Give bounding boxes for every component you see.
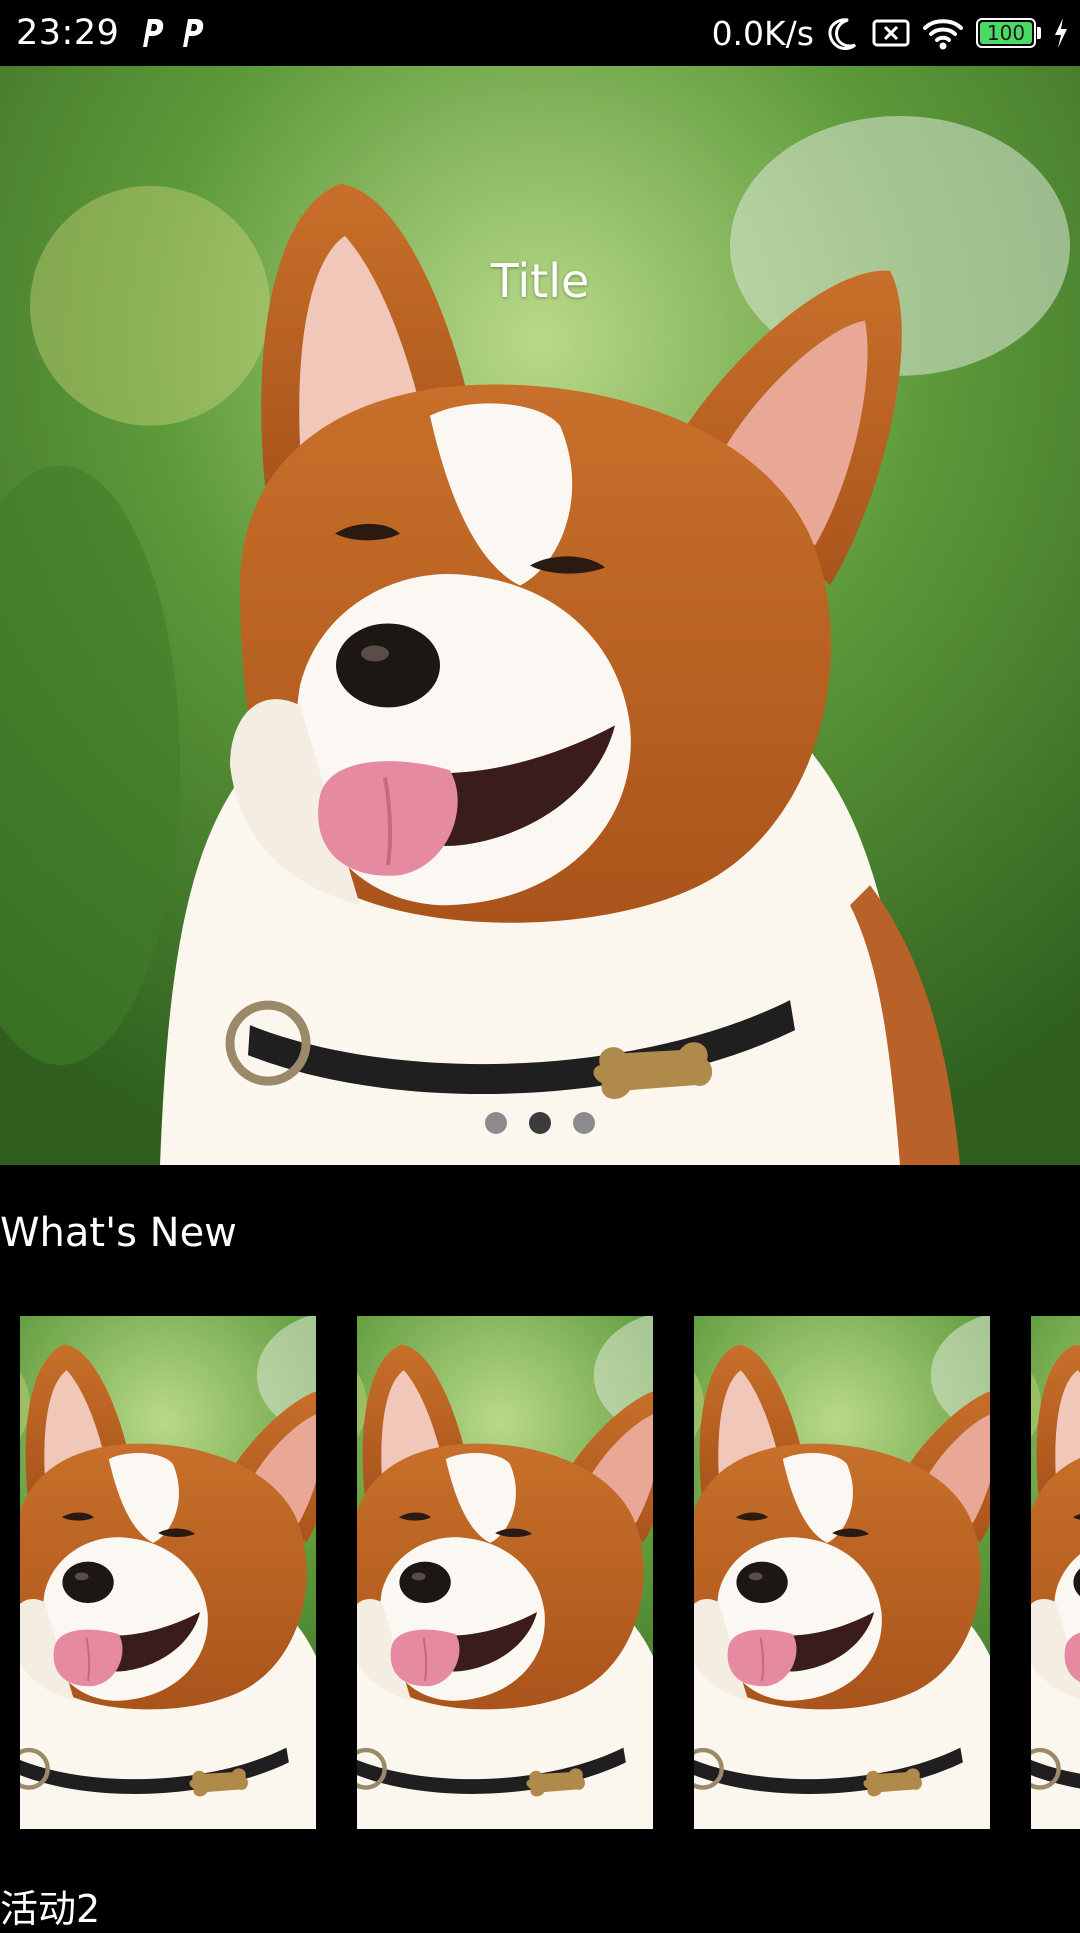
- section-title: What's New: [0, 1210, 237, 1256]
- card-image: [694, 1316, 990, 1829]
- hero-title: Title: [490, 254, 590, 308]
- news-card[interactable]: [1031, 1316, 1080, 1829]
- battery-icon: 100: [976, 18, 1041, 48]
- p-app-icon: [143, 19, 164, 47]
- page-dot[interactable]: [573, 1112, 595, 1134]
- status-time: 23:29: [16, 13, 120, 53]
- battery-level: 100: [986, 21, 1026, 45]
- page-dot-active[interactable]: [529, 1112, 551, 1134]
- moon-icon: [828, 18, 857, 50]
- status-left: 23:29: [16, 0, 205, 66]
- news-card[interactable]: [357, 1316, 653, 1829]
- hero-banner[interactable]: Title: [0, 66, 1080, 1165]
- card-image: [1031, 1316, 1080, 1829]
- page-indicator: [0, 1112, 1080, 1134]
- card-image: [20, 1316, 316, 1829]
- card-image: [357, 1316, 653, 1829]
- page-dot[interactable]: [485, 1112, 507, 1134]
- activity-label: 活动2: [0, 1887, 101, 1931]
- status-right: 0.0K/s 100: [712, 0, 1070, 66]
- net-speed: 0.0K/s: [711, 13, 814, 53]
- sim-off-icon: [872, 19, 910, 47]
- p-app-icon: [183, 19, 204, 47]
- status-bar: 23:29 0.0K/s 100: [0, 0, 1080, 66]
- news-card[interactable]: [694, 1316, 990, 1829]
- news-card[interactable]: [20, 1316, 316, 1829]
- charging-icon: [1055, 18, 1067, 48]
- hero-image: [0, 66, 1080, 1165]
- card-carousel[interactable]: [20, 1316, 1080, 1829]
- wifi-icon: [923, 19, 963, 50]
